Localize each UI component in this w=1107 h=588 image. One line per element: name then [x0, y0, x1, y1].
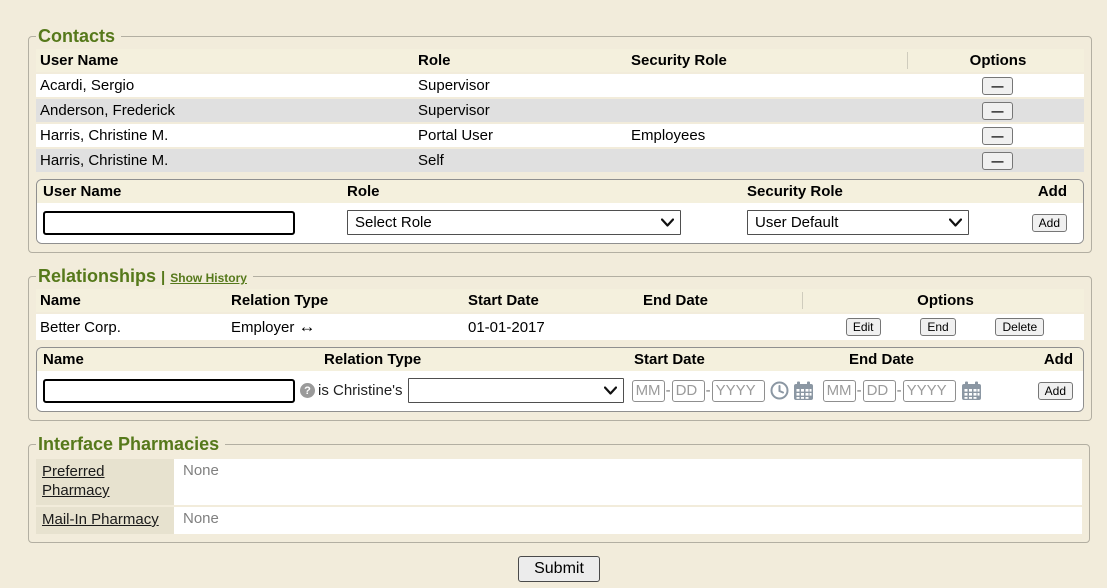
submit-button[interactable]: Submit	[518, 556, 600, 582]
pharmacies-title: Interface Pharmacies	[36, 434, 225, 455]
end-relationship-button[interactable]: End	[920, 318, 955, 336]
contact-user-name: Acardi, Sergio	[36, 77, 414, 94]
col-add: Add	[1025, 183, 1077, 200]
add-relationship-box: Name Relation Type Start Date End Date A…	[36, 347, 1084, 412]
col-relation-type: Relation Type	[324, 351, 634, 368]
clock-icon[interactable]	[770, 381, 789, 400]
col-security-role: Security Role	[747, 183, 1025, 200]
relationships-section: Relationships | Show History Name Relati…	[28, 266, 1092, 421]
pharmacy-label-cell: Preferred Pharmacy	[36, 459, 174, 505]
contact-user-name: Anderson, Frederick	[36, 102, 414, 119]
relation-type-text: Employer	[231, 319, 294, 336]
submit-area: Submit	[28, 556, 1090, 582]
col-add: Add	[1029, 351, 1077, 368]
start-month-input[interactable]	[632, 380, 665, 402]
mail-in-pharmacy-link[interactable]: Mail-In Pharmacy	[42, 511, 159, 528]
bidirectional-arrow-icon: ↔	[299, 317, 316, 336]
col-user-name: User Name	[36, 52, 414, 69]
preferred-pharmacy-link[interactable]: Preferred Pharmacy	[42, 463, 110, 499]
delete-relationship-button[interactable]: Delete	[995, 318, 1044, 336]
chevron-down-icon	[661, 218, 674, 227]
add-contact-box: User Name Role Security Role Add Select …	[36, 179, 1084, 244]
contact-row: Anderson, Frederick Supervisor —	[36, 99, 1084, 122]
mail-in-pharmacy-value: None	[174, 507, 1082, 534]
relationship-name: Better Corp.	[36, 319, 227, 336]
add-relationship-row: ? is Christine's - -	[37, 371, 1083, 411]
pharmacy-label-cell: Mail-In Pharmacy	[36, 507, 174, 534]
end-month-input[interactable]	[823, 380, 856, 402]
security-role-select[interactable]: User Default	[747, 210, 969, 235]
contacts-title: Contacts	[36, 26, 121, 47]
security-role-select-value: User Default	[755, 214, 838, 231]
remove-contact-button[interactable]: —	[982, 102, 1013, 120]
contact-security-role: Employees	[627, 127, 907, 144]
chevron-down-icon	[949, 218, 962, 227]
col-role: Role	[347, 183, 747, 200]
relationship-type: Employer ↔	[227, 317, 464, 337]
contact-role: Supervisor	[414, 77, 627, 94]
add-relationship-header: Name Relation Type Start Date End Date A…	[37, 348, 1083, 371]
col-name: Name	[43, 351, 324, 368]
help-icon[interactable]: ?	[300, 383, 315, 398]
pharmacy-row: Mail-In Pharmacy None	[36, 507, 1082, 534]
contact-role: Self	[414, 152, 627, 169]
contacts-section: Contacts User Name Role Security Role Op…	[28, 26, 1092, 253]
col-end-date: End Date	[639, 292, 802, 309]
col-role: Role	[414, 52, 627, 69]
col-start-date: Start Date	[464, 292, 639, 309]
date-separator: -	[706, 382, 711, 399]
relationship-start-date: 01-01-2017	[464, 319, 639, 336]
col-options: Options	[802, 292, 1084, 309]
contact-row: Harris, Christine M. Self —	[36, 149, 1084, 172]
pharmacies-section: Interface Pharmacies Preferred Pharmacy …	[28, 434, 1090, 543]
end-year-input[interactable]	[903, 380, 956, 402]
add-relationship-button[interactable]: Add	[1038, 382, 1073, 400]
col-security-role: Security Role	[627, 52, 907, 69]
calendar-icon[interactable]	[793, 381, 814, 401]
col-options: Options	[907, 52, 1084, 69]
page: Contacts User Name Role Security Role Op…	[0, 0, 1107, 582]
role-select[interactable]: Select Role	[347, 210, 681, 235]
contact-user-name: Harris, Christine M.	[36, 127, 414, 144]
col-user-name: User Name	[43, 183, 347, 200]
user-name-input[interactable]	[43, 211, 295, 235]
col-end-date: End Date	[849, 351, 1029, 368]
contact-row: Harris, Christine M. Portal User Employe…	[36, 124, 1084, 147]
relationships-title: Relationships | Show History	[36, 266, 253, 287]
possessive-label: is Christine's	[318, 382, 403, 399]
edit-relationship-button[interactable]: Edit	[846, 318, 881, 336]
relationships-title-text: Relationships	[38, 266, 156, 286]
remove-contact-button[interactable]: —	[982, 77, 1013, 95]
relationships-table-header: Name Relation Type Start Date End Date O…	[36, 289, 1084, 312]
title-separator: |	[161, 269, 165, 286]
add-contact-row: Select Role User Default Add	[37, 203, 1083, 243]
role-select-value: Select Role	[355, 214, 432, 231]
date-separator: -	[857, 382, 862, 399]
add-contact-button[interactable]: Add	[1032, 214, 1067, 232]
date-separator: -	[666, 382, 671, 399]
contact-role: Supervisor	[414, 102, 627, 119]
contact-role: Portal User	[414, 127, 627, 144]
col-start-date: Start Date	[634, 351, 849, 368]
relationship-row: Better Corp. Employer ↔ 01-01-2017 Edit …	[36, 314, 1084, 340]
start-day-input[interactable]	[672, 380, 705, 402]
preferred-pharmacy-value: None	[174, 459, 1082, 505]
end-day-input[interactable]	[863, 380, 896, 402]
chevron-down-icon	[604, 386, 617, 395]
remove-contact-button[interactable]: —	[982, 127, 1013, 145]
col-relation-type: Relation Type	[227, 292, 464, 309]
contacts-table-header: User Name Role Security Role Options	[36, 49, 1084, 72]
contact-user-name: Harris, Christine M.	[36, 152, 414, 169]
pharmacy-row: Preferred Pharmacy None	[36, 459, 1082, 505]
remove-contact-button[interactable]: —	[982, 152, 1013, 170]
calendar-icon[interactable]	[961, 381, 982, 401]
add-contact-header: User Name Role Security Role Add	[37, 180, 1083, 203]
start-year-input[interactable]	[712, 380, 765, 402]
relation-type-select[interactable]	[408, 378, 624, 403]
relation-name-input[interactable]	[43, 379, 295, 403]
col-name: Name	[36, 292, 227, 309]
contact-row: Acardi, Sergio Supervisor —	[36, 74, 1084, 97]
date-separator: -	[897, 382, 902, 399]
show-history-link[interactable]: Show History	[170, 271, 247, 285]
